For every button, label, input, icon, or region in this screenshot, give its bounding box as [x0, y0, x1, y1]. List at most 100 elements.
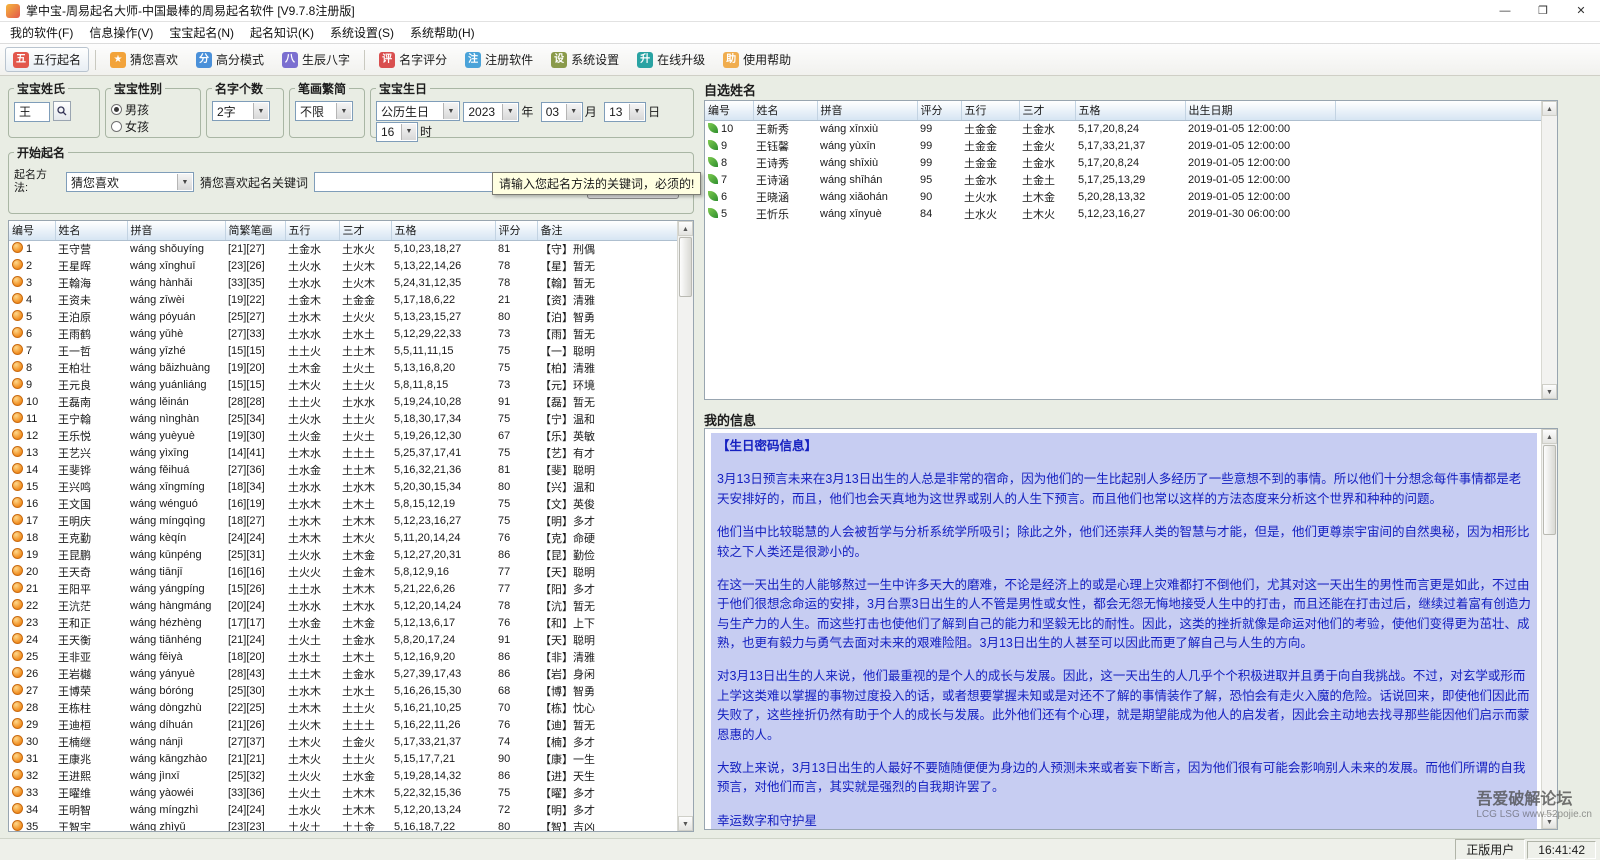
- birth-month-select[interactable]: 03▼: [541, 102, 583, 122]
- table-row[interactable]: 27王博荣wáng bóróng[25][30]土水木土水土5,16,26,15…: [9, 682, 677, 699]
- table-row[interactable]: 17王明庆wáng míngqìng[18][27]土水木土木木5,12,23,…: [9, 512, 677, 529]
- search-surname-button[interactable]: [53, 101, 71, 121]
- table-row[interactable]: 7王诗涵wáng shīhán95土金水土金土5,17,25,13,292019…: [705, 171, 1543, 188]
- table-row[interactable]: 12王乐悦wáng yuèyuè[19][30]土火金土火土5,19,26,12…: [9, 427, 677, 444]
- column-header[interactable]: 五行: [961, 101, 1019, 120]
- table-row[interactable]: 9王钰馨wáng yùxīn99土金金土金火5,17,33,21,372019-…: [705, 137, 1543, 154]
- column-header[interactable]: 备注: [537, 221, 677, 240]
- column-header[interactable]: 五行: [285, 221, 339, 240]
- table-row[interactable]: 30王楠继wáng nánjì[27][37]土木火土金火5,17,33,21,…: [9, 733, 677, 750]
- table-row[interactable]: 6王晓涵wáng xiǎohán90土火水土木金5,20,28,13,32201…: [705, 188, 1543, 205]
- table-row[interactable]: 25王非亚wáng fēiyà[18][20]土水土土木土5,12,16,9,2…: [9, 648, 677, 665]
- name-count-select[interactable]: 2字▼: [212, 101, 270, 121]
- birth-day-select[interactable]: 13▼: [604, 102, 646, 122]
- menu-item[interactable]: 信息操作(V): [81, 22, 161, 43]
- table-row[interactable]: 3王翰海wáng hànhǎi[33][35]土水水土火木5,24,31,12,…: [9, 274, 677, 291]
- menu-item[interactable]: 我的软件(F): [2, 22, 81, 43]
- strokes-select[interactable]: 不限▼: [295, 101, 353, 121]
- table-row[interactable]: 31王康兆wáng kāngzhào[21][21]土木火土土火5,15,17,…: [9, 750, 677, 767]
- table-row[interactable]: 33王曜维wáng yàowéi[33][36]土火土土木木5,22,32,15…: [9, 784, 677, 801]
- table-row[interactable]: 6王雨鹤wáng yǔhè[27][33]土水水土水土5,12,29,22,33…: [9, 325, 677, 342]
- table-row[interactable]: 4王资未wáng zīwèi[19][22]土金木土金金5,17,18,6,22…: [9, 291, 677, 308]
- gender-radio-male[interactable]: 男孩: [111, 101, 149, 118]
- toolbar-button-guess-like[interactable]: ★猜您喜欢: [102, 47, 186, 72]
- selected-scrollbar[interactable]: ▲ ▼: [1541, 101, 1557, 399]
- scroll-down-icon[interactable]: ▼: [1542, 814, 1557, 829]
- maximize-button[interactable]: ❐: [1524, 0, 1562, 21]
- scrollbar-thumb[interactable]: [679, 237, 692, 297]
- column-header[interactable]: 编号: [705, 101, 753, 120]
- birth-hour-select[interactable]: 16▼: [376, 122, 418, 142]
- calendar-type-select[interactable]: 公历生日▼: [376, 101, 460, 121]
- toolbar-button-name-score[interactable]: 评名字评分: [371, 47, 455, 72]
- column-header[interactable]: 评分: [495, 221, 537, 240]
- scroll-up-icon[interactable]: ▲: [1542, 101, 1557, 116]
- table-row[interactable]: 26王岩樾wáng yányuè[28][43]土土木土金水5,27,39,17…: [9, 665, 677, 682]
- minimize-button[interactable]: —: [1486, 0, 1524, 21]
- scrollbar-thumb[interactable]: [1543, 445, 1556, 535]
- gender-radio-female[interactable]: 女孩: [111, 118, 149, 135]
- table-row[interactable]: 5王泊原wáng póyuán[25][27]土水木土火火5,13,23,15,…: [9, 308, 677, 325]
- column-header[interactable]: 拼音: [817, 101, 917, 120]
- surname-input[interactable]: 王: [14, 102, 50, 122]
- table-row[interactable]: 21王阳平wáng yángpíng[15][26]土土水土木木5,21,22,…: [9, 580, 677, 597]
- table-row[interactable]: 16王文国wáng wénguó[16][19]土水木土木土5,8,15,12,…: [9, 495, 677, 512]
- table-row[interactable]: 9王元良wáng yuánliáng[15][15]土木火土土火5,8,11,8…: [9, 376, 677, 393]
- table-row[interactable]: 7王一哲wáng yīzhé[15][15]土土火土土木5,5,11,11,15…: [9, 342, 677, 359]
- table-row[interactable]: 35王智宇wáng zhìyǔ[23][23]土火土土土金5,16,18,7,2…: [9, 818, 677, 832]
- column-header[interactable]: 编号: [9, 221, 55, 240]
- scroll-down-icon[interactable]: ▼: [678, 816, 693, 831]
- table-row[interactable]: 5王忻乐wáng xīnyuè84土水火土木火5,12,23,16,272019…: [705, 205, 1543, 222]
- keyword-input[interactable]: [314, 172, 514, 192]
- my-info-scrollbar[interactable]: ▲ ▼: [1541, 429, 1557, 829]
- table-row[interactable]: 28王栋柱wáng dòngzhù[22][25]土木木土土火5,16,21,1…: [9, 699, 677, 716]
- menu-item[interactable]: 系统设置(S): [322, 22, 402, 43]
- toolbar-button-wuxing-naming[interactable]: 五五行起名: [5, 47, 89, 72]
- column-header[interactable]: 姓名: [55, 221, 127, 240]
- table-row[interactable]: 20王天奇wáng tiānjī[16][16]土火火土金木5,8,12,9,1…: [9, 563, 677, 580]
- scroll-up-icon[interactable]: ▲: [1542, 429, 1557, 444]
- column-header[interactable]: 三才: [339, 221, 391, 240]
- column-header[interactable]: 出生日期: [1185, 101, 1335, 120]
- naming-method-select[interactable]: 猜您喜欢▼: [66, 172, 194, 192]
- column-header[interactable]: 姓名: [753, 101, 817, 120]
- scroll-down-icon[interactable]: ▼: [1542, 384, 1557, 399]
- table-row[interactable]: 29王迪桓wáng díhuán[21][26]土火木土土土5,16,22,11…: [9, 716, 677, 733]
- column-header[interactable]: 五格: [1075, 101, 1185, 120]
- table-row[interactable]: 1王守营wáng shǒuyíng[21][27]土金水土水火5,10,23,1…: [9, 240, 677, 257]
- column-header[interactable]: 拼音: [127, 221, 225, 240]
- table-row[interactable]: 18王克勤wáng kèqín[24][24]土木木土木火5,11,20,14,…: [9, 529, 677, 546]
- column-header[interactable]: 五格: [391, 221, 495, 240]
- toolbar-button-system-settings[interactable]: 设系统设置: [543, 47, 627, 72]
- column-header[interactable]: 简繁笔画: [225, 221, 285, 240]
- table-row[interactable]: 23王和正wáng hézhèng[17][17]土水金土木金5,12,13,6…: [9, 614, 677, 631]
- table-row[interactable]: 14王斐铧wáng fěihuá[27][36]土水金土土木5,16,32,21…: [9, 461, 677, 478]
- table-row[interactable]: 19王昆鹏wáng kūnpéng[25][31]土火水土木金5,12,27,2…: [9, 546, 677, 563]
- table-row[interactable]: 22王沆茫wáng hàngmáng[20][24]土水水土木水5,12,20,…: [9, 597, 677, 614]
- table-row[interactable]: 11王宁翰wáng nìnghàn[25][34]土火水土土火5,18,30,1…: [9, 410, 677, 427]
- table-row[interactable]: 10王新秀wáng xīnxiù99土金金土金水5,17,20,8,242019…: [705, 120, 1543, 137]
- birth-year-select[interactable]: 2023▼: [463, 102, 519, 122]
- toolbar-button-high-score-mode[interactable]: 分高分模式: [188, 47, 272, 72]
- toolbar-button-birth-bazi[interactable]: 八生辰八字: [274, 47, 358, 72]
- table-row[interactable]: 2王星晖wáng xīnghuī[23][26]土火水土火木5,13,22,14…: [9, 257, 677, 274]
- column-header[interactable]: 评分: [917, 101, 961, 120]
- column-header[interactable]: 三才: [1019, 101, 1075, 120]
- menu-item[interactable]: 起名知识(K): [242, 22, 322, 43]
- results-scrollbar[interactable]: ▲ ▼: [677, 221, 693, 831]
- table-row[interactable]: 10王磊南wáng lěinán[28][28]土土火土水水5,19,24,10…: [9, 393, 677, 410]
- table-row[interactable]: 32王进熙wáng jìnxī[25][32]土火火土水金5,19,28,14,…: [9, 767, 677, 784]
- menu-item[interactable]: 系统帮助(H): [402, 22, 483, 43]
- toolbar-button-online-upgrade[interactable]: 升在线升级: [629, 47, 713, 72]
- table-row[interactable]: 8王诗秀wáng shīxiù99土金金土金水5,17,20,8,242019-…: [705, 154, 1543, 171]
- toolbar-button-register-software[interactable]: 注注册软件: [457, 47, 541, 72]
- toolbar-button-help[interactable]: 助使用帮助: [715, 47, 799, 72]
- close-button[interactable]: ✕: [1562, 0, 1600, 21]
- table-row[interactable]: 8王柏壮wáng bǎizhuàng[19][20]土木金土火土5,13,16,…: [9, 359, 677, 376]
- table-row[interactable]: 34王明智wáng míngzhì[24][24]土水火土木木5,12,20,1…: [9, 801, 677, 818]
- table-row[interactable]: 13王艺兴wáng yìxīng[14][41]土木水土土土5,25,37,17…: [9, 444, 677, 461]
- table-row[interactable]: 15王兴鸣wáng xīngmíng[18][34]土水水土水木5,20,30,…: [9, 478, 677, 495]
- menu-item[interactable]: 宝宝起名(N): [161, 22, 242, 43]
- table-row[interactable]: 24王天衡wáng tiānhéng[21][24]土火土土金水5,8,20,1…: [9, 631, 677, 648]
- scroll-up-icon[interactable]: ▲: [678, 221, 693, 236]
